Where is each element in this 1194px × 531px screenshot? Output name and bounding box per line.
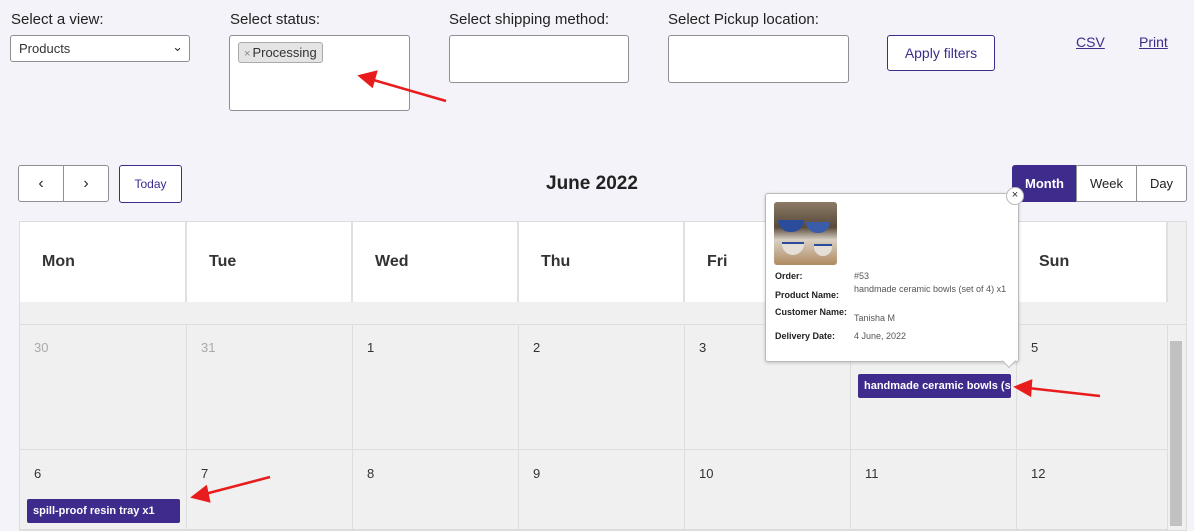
arrow-head (190, 484, 211, 503)
annotation-arrows (190, 70, 1101, 503)
arrow-status (369, 77, 447, 103)
arrow-head (1013, 379, 1033, 398)
arrow-head (357, 70, 378, 89)
arrow-event-tray (204, 475, 271, 496)
arrow-event-bowls (1027, 386, 1101, 398)
